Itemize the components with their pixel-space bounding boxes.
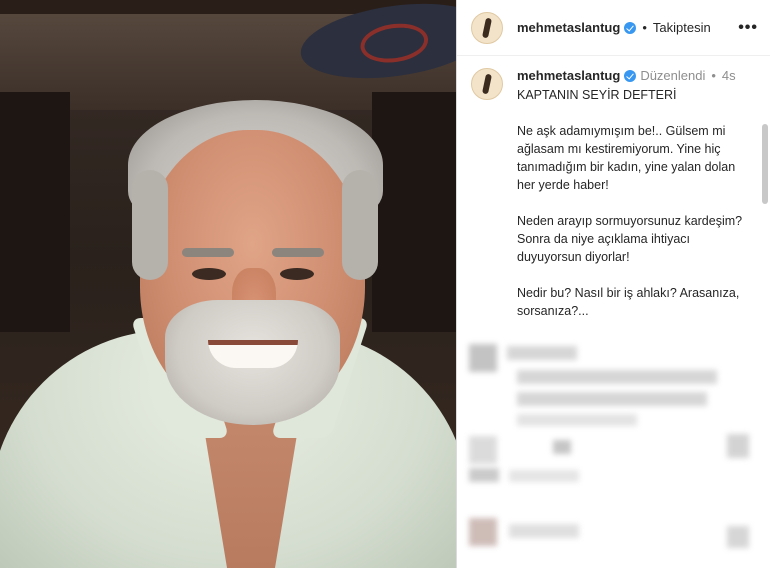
- blurred-comment-line: [509, 470, 579, 482]
- caption-separator: •: [711, 68, 716, 83]
- caption-verified-badge-icon: [624, 69, 637, 82]
- caption-paragraph-2: Neden arayıp sormuyorsunuz kardeşim? Son…: [517, 214, 743, 264]
- header-separator: •: [642, 20, 647, 35]
- photo-brow-right: [272, 248, 324, 257]
- blurred-comment-line: [517, 370, 717, 384]
- more-options-icon[interactable]: •••: [738, 19, 758, 37]
- blurred-comment-icon: [553, 440, 571, 454]
- blurred-comment-line: [517, 414, 637, 426]
- caption-paragraph-3: Nedir bu? Nasıl bir iş ahlakı? Arasanıza…: [517, 286, 740, 318]
- blurred-comment-line: [469, 468, 499, 482]
- comments-area: mehmetaslantug Düzenlendi • 4s KAPTANIN …: [457, 56, 770, 566]
- caption-paragraph-1: Ne aşk adamıymışım be!.. Gülsem mi ağlas…: [517, 124, 736, 192]
- edited-label: Düzenlendi: [640, 68, 706, 83]
- post-header: mehmetaslantug • Takiptesin •••: [457, 0, 770, 56]
- blurred-like-icon: [727, 526, 749, 548]
- photo-smile: [208, 340, 298, 368]
- header-username[interactable]: mehmetaslantug: [517, 20, 620, 35]
- caption-username[interactable]: mehmetaslantug: [517, 68, 620, 83]
- blurred-like-icon: [727, 434, 749, 458]
- post-photo[interactable]: [0, 0, 456, 568]
- blurred-comment-avatar: [469, 518, 497, 546]
- photo-hair-side-right: [342, 170, 378, 280]
- photo-eye-right: [280, 268, 314, 280]
- caption-avatar[interactable]: [471, 68, 503, 100]
- photo-brow-left: [182, 248, 234, 257]
- caption-header: mehmetaslantug Düzenlendi • 4s: [517, 68, 736, 83]
- blurred-comment-line: [517, 392, 707, 406]
- profile-avatar[interactable]: [471, 11, 503, 44]
- blurred-comment-line: [507, 346, 577, 360]
- verified-badge-icon: [624, 21, 637, 34]
- follow-status-button[interactable]: Takiptesin: [653, 20, 711, 35]
- post-time[interactable]: 4s: [722, 68, 736, 83]
- photo-eye-left: [192, 268, 226, 280]
- blurred-comment-line: [509, 524, 579, 538]
- photo-window-left: [0, 92, 70, 332]
- post-side-panel: mehmetaslantug • Takiptesin ••• mehmetas…: [456, 0, 770, 568]
- blurred-comment-avatar: [469, 344, 497, 372]
- caption-title: KAPTANIN SEYİR DEFTERİ: [517, 88, 677, 102]
- scrollbar-thumb[interactable]: [762, 124, 768, 204]
- photo-hair-side-left: [132, 170, 168, 280]
- blurred-comment-avatar: [469, 436, 497, 464]
- photo-window-right: [372, 92, 456, 332]
- caption-text: KAPTANIN SEYİR DEFTERİ Ne aşk adamıymışı…: [517, 86, 749, 320]
